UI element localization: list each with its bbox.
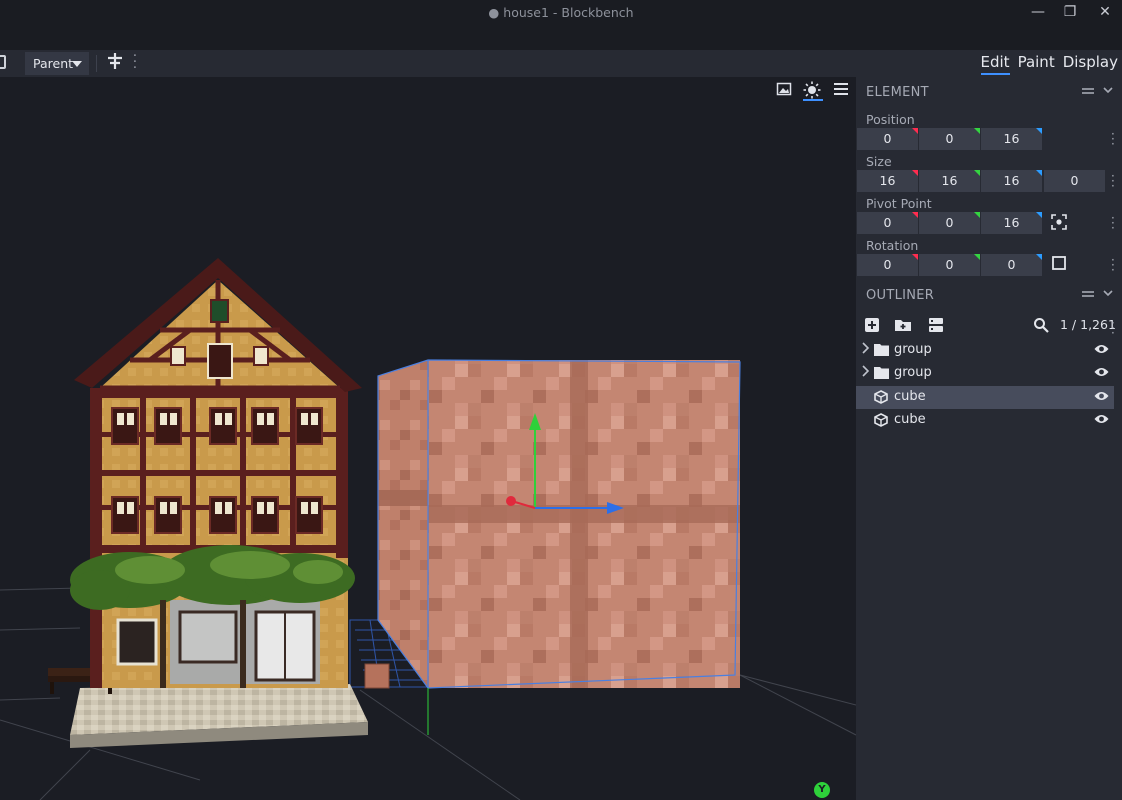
menu-icon[interactable] [833,81,853,101]
minimize-button[interactable]: — [1026,3,1050,23]
add-group-icon[interactable] [894,317,912,335]
transform-space-value: Parent [33,56,74,71]
rotation-y-input[interactable]: 0 [919,254,980,276]
mode-tabs: Edit Paint Display [980,53,1118,75]
outliner-more-icon[interactable]: · · · [1111,317,1117,339]
title-bar: ● house1 - Blockbench — ❐ ✕ [0,0,1122,50]
cropped-tool-icon[interactable] [0,55,6,69]
element-panel-title: ELEMENT [866,85,929,100]
size-x-input[interactable]: 16 [857,170,918,192]
lighting-icon[interactable] [803,81,823,101]
outliner-item-label: group [894,342,932,357]
position-y-input[interactable]: 0 [919,128,980,150]
scene-render [0,258,856,800]
inflate-input[interactable]: 0 [1044,170,1105,192]
main-toolbar: Parent · · · Edit Paint Display [0,50,1122,77]
chevron-right-icon[interactable] [861,342,871,357]
y-axis-gizmo[interactable]: Y [814,782,830,798]
center-pivot-icon[interactable] [1049,213,1069,233]
rotation-more-icon[interactable]: · · · [1111,254,1117,276]
add-cube-icon[interactable] [863,317,881,335]
toolbar-more-icon[interactable]: · · · [132,50,138,75]
outliner-item-label: cube [894,389,926,404]
close-button[interactable]: ✕ [1093,3,1117,23]
3d-viewport[interactable]: Y [0,77,856,800]
rotation-x-input[interactable]: 0 [857,254,918,276]
side-panel: ELEMENT Position 0 0 16 · · · Size 16 16 1… [856,77,1122,800]
size-z-input[interactable]: 16 [981,170,1042,192]
cube-icon [874,413,889,427]
folder-icon [874,343,889,357]
panel-collapse-icon[interactable] [1081,287,1095,305]
outliner-item-label: group [894,365,932,380]
size-label: Size [866,154,892,169]
panel-collapse-icon[interactable] [1081,84,1095,102]
rescale-checkbox[interactable] [1049,255,1069,275]
cube-icon [874,390,889,404]
chevron-down-icon [72,61,82,67]
move-pivot-icon[interactable] [104,52,126,75]
pivot-label: Pivot Point [866,196,932,211]
window-title: ● house1 - Blockbench [488,5,634,20]
toolbar-divider [96,55,97,72]
outliner-item-label: cube [894,412,926,427]
chevron-down-icon[interactable] [1102,287,1114,303]
pivot-x-input[interactable]: 0 [857,212,918,234]
chevron-down-icon[interactable] [1102,84,1114,100]
chevron-right-icon[interactable] [861,365,871,380]
search-icon[interactable] [1032,317,1050,335]
tab-paint[interactable]: Paint [1018,53,1055,75]
position-more-icon[interactable]: · · · [1111,128,1117,150]
size-more-icon[interactable]: · · · [1111,170,1117,192]
size-y-input[interactable]: 16 [919,170,980,192]
position-z-input[interactable]: 16 [981,128,1042,150]
visibility-eye-icon[interactable] [1094,366,1109,380]
sort-options-icon[interactable] [927,317,945,335]
background-image-icon[interactable] [776,81,796,101]
position-label: Position [866,112,915,127]
rotation-label: Rotation [866,238,919,253]
pivot-y-input[interactable]: 0 [919,212,980,234]
outliner-item-group[interactable]: group [856,339,1114,362]
tab-edit[interactable]: Edit [980,53,1010,75]
visibility-eye-icon[interactable] [1094,390,1109,404]
selection-count: 1 / 1,261 [1060,317,1116,332]
outliner-panel-title: OUTLINER [866,288,935,303]
restore-button[interactable]: ❐ [1058,3,1082,23]
pivot-z-input[interactable]: 16 [981,212,1042,234]
folder-icon [874,366,889,380]
visibility-eye-icon[interactable] [1094,343,1109,357]
tab-display[interactable]: Display [1063,53,1118,75]
pivot-more-icon[interactable]: · · · [1111,212,1117,234]
visibility-eye-icon[interactable] [1094,413,1109,427]
outliner-item-cube[interactable]: cube [856,409,1114,432]
rotation-z-input[interactable]: 0 [981,254,1042,276]
outliner-item-group[interactable]: group [856,362,1114,385]
position-x-input[interactable]: 0 [857,128,918,150]
transform-space-select[interactable]: Parent [25,52,89,75]
outliner-item-cube[interactable]: cube [856,386,1114,409]
